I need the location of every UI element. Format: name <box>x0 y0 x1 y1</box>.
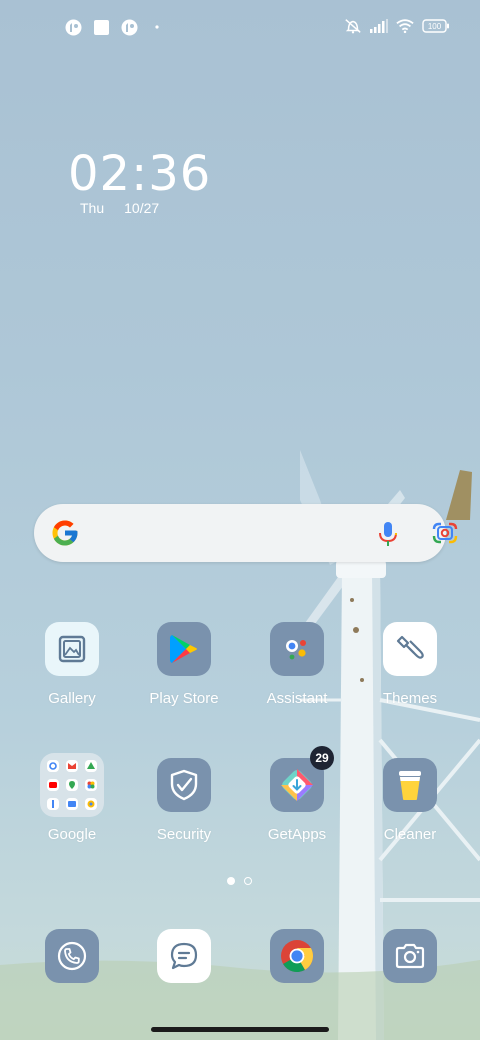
app-label: Play Store <box>149 690 219 707</box>
app-getapps[interactable]: 29 GetApps <box>247 746 347 843</box>
assistant-icon <box>270 622 324 676</box>
page-dot[interactable] <box>244 877 252 885</box>
security-icon <box>157 758 211 812</box>
dock-camera[interactable] <box>360 929 460 983</box>
folder-app-duo-icon <box>47 798 59 810</box>
dock-chrome[interactable] <box>247 929 347 983</box>
themes-icon <box>383 622 437 676</box>
vibrate-silent-icon <box>344 17 362 35</box>
folder-app-photos-icon <box>85 779 97 791</box>
notification-icons <box>64 18 166 36</box>
app-label: Gallery <box>48 690 96 707</box>
wifi-icon <box>396 17 414 35</box>
folder-app-maps-icon <box>66 779 78 791</box>
clock-widget[interactable]: 02:36 Thu 10/27 <box>68 148 211 216</box>
app-label: Assistant <box>266 690 328 707</box>
app-gallery[interactable]: Gallery <box>22 622 122 707</box>
camera-icon <box>383 929 437 983</box>
phone-icon <box>45 929 99 983</box>
app-themes[interactable]: Themes <box>360 622 460 707</box>
google-lens-icon[interactable] <box>432 521 458 550</box>
cleaner-icon <box>383 758 437 812</box>
clock-time: 02:36 <box>68 146 212 202</box>
status-bar: 100 <box>0 0 480 56</box>
app-assistant[interactable]: Assistant <box>247 622 347 707</box>
messages-icon <box>157 929 211 983</box>
app-security[interactable]: Security <box>134 758 234 843</box>
app-label: Themes <box>382 690 438 707</box>
clock-date: 10/27 <box>124 200 160 216</box>
dock-messages[interactable] <box>134 929 234 983</box>
voice-search-mic-icon[interactable] <box>376 520 400 553</box>
gallery-icon <box>45 622 99 676</box>
app-play-store[interactable]: Play Store <box>134 622 234 707</box>
google-search-bar[interactable] <box>34 504 458 562</box>
app-label: Cleaner <box>383 826 437 843</box>
signal-icon <box>370 17 388 35</box>
app-folder-google[interactable]: Google <box>22 753 122 843</box>
page-dot-active[interactable] <box>227 877 235 885</box>
google-g-icon <box>50 518 80 553</box>
notification-square-icon <box>92 18 110 36</box>
notification-badge: 29 <box>310 746 334 770</box>
page-indicator[interactable] <box>227 877 252 885</box>
battery-level-text: 100 <box>428 22 442 31</box>
folder-app-drive-icon <box>85 760 97 772</box>
app-label: GetApps <box>267 826 327 843</box>
notification-app-icon <box>64 18 82 36</box>
app-label: Security <box>156 826 212 843</box>
play-store-icon <box>157 622 211 676</box>
gesture-home-bar[interactable] <box>151 1027 329 1032</box>
clock-day: Thu <box>80 200 105 216</box>
battery-icon: 100 <box>422 17 450 35</box>
folder-app-podcasts-icon <box>85 798 97 810</box>
app-label: Google <box>47 826 97 843</box>
folder-app-youtube-icon <box>47 779 59 791</box>
clock-date-row: Thu 10/27 <box>80 200 211 216</box>
dock-phone[interactable] <box>22 929 122 983</box>
more-notifications-dot <box>148 18 166 36</box>
folder-app-google-icon <box>47 760 59 772</box>
app-cleaner[interactable]: Cleaner <box>360 758 460 843</box>
system-icons: 100 <box>344 17 450 35</box>
folder-icon <box>40 753 104 817</box>
notification-app-icon <box>120 18 138 36</box>
folder-app-files-icon <box>66 798 78 810</box>
folder-app-gmail-icon <box>66 760 78 772</box>
chrome-icon <box>270 929 324 983</box>
